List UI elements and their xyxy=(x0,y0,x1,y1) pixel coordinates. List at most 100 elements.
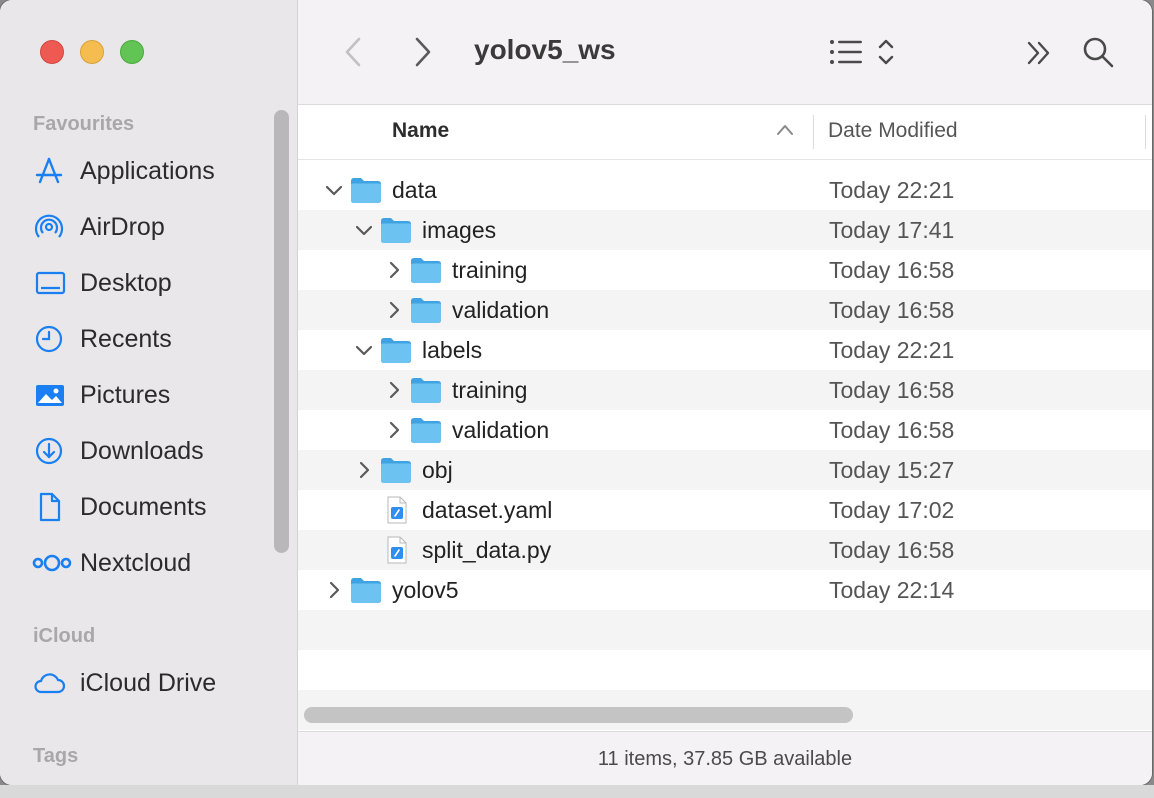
sidebar-item-airdrop[interactable]: AirDrop xyxy=(32,207,282,247)
sidebar-item-recents[interactable]: Recents xyxy=(32,319,282,359)
background-strip xyxy=(0,785,1154,798)
nextcloud-icon xyxy=(32,546,72,580)
sort-ascending-icon[interactable] xyxy=(776,123,794,142)
file-name: yolov5 xyxy=(392,577,459,603)
sidebar-item-applications[interactable]: Applications xyxy=(32,151,282,191)
column-divider[interactable] xyxy=(1145,115,1146,149)
file-name: validation xyxy=(452,417,550,443)
favourites-heading: Favourites xyxy=(33,113,135,135)
sidebar-item-label: Nextcloud xyxy=(80,548,192,577)
airdrop-icon xyxy=(32,210,72,244)
folder-icon xyxy=(350,576,382,604)
folder-icon xyxy=(380,336,412,364)
file-row[interactable]: data Today 22:21 xyxy=(298,170,1152,210)
sidebar-scrollbar[interactable] xyxy=(274,110,289,553)
file-name: images xyxy=(422,217,497,243)
file-date: Today 17:02 xyxy=(829,497,955,523)
back-button[interactable] xyxy=(338,34,368,70)
chevron-down-icon[interactable] xyxy=(352,338,376,362)
file-row[interactable]: split_data.py Today 16:58 xyxy=(298,530,1152,570)
sidebar-item-downloads[interactable]: Downloads xyxy=(32,431,282,471)
chevron-right-icon[interactable] xyxy=(322,578,346,602)
forward-button[interactable] xyxy=(408,34,438,70)
file-name: split_data.py xyxy=(422,537,552,563)
clock-icon xyxy=(32,322,72,356)
finder-window: Favourites Applications AirDrop Desktop … xyxy=(0,0,1152,785)
zoom-window-button[interactable] xyxy=(120,40,144,64)
more-toolbar-button[interactable] xyxy=(1022,36,1056,70)
desktop-icon xyxy=(32,266,72,300)
folder-icon xyxy=(380,456,412,484)
column-divider[interactable] xyxy=(813,115,814,149)
icloud-heading: iCloud xyxy=(33,625,96,647)
view-options-button[interactable] xyxy=(828,34,908,70)
file-name: validation xyxy=(452,297,550,323)
empty-row xyxy=(298,650,1152,690)
file-row[interactable]: yolov5 Today 22:14 xyxy=(298,570,1152,610)
close-window-button[interactable] xyxy=(40,40,64,64)
file-icon xyxy=(380,496,412,524)
folder-icon xyxy=(380,216,412,244)
search-button[interactable] xyxy=(1080,34,1116,70)
horizontal-scrollbar[interactable] xyxy=(304,707,853,723)
file-row[interactable]: labels Today 22:21 xyxy=(298,330,1152,370)
chevron-right-icon[interactable] xyxy=(382,418,406,442)
folder-icon xyxy=(410,256,442,284)
status-bar: 11 items, 37.85 GB available xyxy=(298,731,1152,785)
chevron-right-icon[interactable] xyxy=(382,378,406,402)
list-view-icon xyxy=(830,40,862,64)
file-date: Today 16:58 xyxy=(829,297,955,323)
chevron-down-icon[interactable] xyxy=(352,218,376,242)
minimize-window-button[interactable] xyxy=(80,40,104,64)
chevron-updown-icon xyxy=(878,39,894,65)
file-row[interactable]: training Today 16:58 xyxy=(298,250,1152,290)
column-date-header[interactable]: Date Modified xyxy=(828,119,958,143)
folder-icon xyxy=(350,176,382,204)
double-chevron-right-icon xyxy=(1027,41,1050,65)
window-title: yolov5_ws xyxy=(474,34,616,65)
file-date: Today 16:58 xyxy=(829,537,955,563)
file-icon xyxy=(380,536,412,564)
sidebar: Favourites Applications AirDrop Desktop … xyxy=(0,0,298,785)
file-name: dataset.yaml xyxy=(422,497,553,523)
applications-icon xyxy=(32,154,72,188)
file-date: Today 16:58 xyxy=(829,417,955,443)
file-row[interactable]: validation Today 16:58 xyxy=(298,290,1152,330)
sidebar-item-desktop[interactable]: Desktop xyxy=(32,263,282,303)
download-icon xyxy=(32,434,72,468)
file-row[interactable]: obj Today 15:27 xyxy=(298,450,1152,490)
chevron-right-icon[interactable] xyxy=(382,298,406,322)
folder-icon xyxy=(410,416,442,444)
chevron-left-icon xyxy=(345,37,361,67)
tags-heading: Tags xyxy=(33,745,79,767)
file-row[interactable]: dataset.yaml Today 17:02 xyxy=(298,490,1152,530)
chevron-right-icon[interactable] xyxy=(382,258,406,282)
file-row[interactable]: images Today 17:41 xyxy=(298,210,1152,250)
file-name: training xyxy=(452,257,528,283)
sidebar-item-label: AirDrop xyxy=(80,212,165,241)
sidebar-item-nextcloud[interactable]: Nextcloud xyxy=(32,543,282,583)
sidebar-item-label: Documents xyxy=(80,492,207,521)
toolbar: yolov5_ws xyxy=(298,0,1152,105)
pictures-icon xyxy=(32,378,72,412)
chevron-right-icon xyxy=(415,37,431,67)
file-date: Today 17:41 xyxy=(829,217,955,243)
file-name: data xyxy=(392,177,437,203)
search-icon xyxy=(1083,37,1114,68)
column-name-header[interactable]: Name xyxy=(392,119,449,143)
sidebar-item-icloud-drive[interactable]: iCloud Drive xyxy=(32,663,282,703)
file-date: Today 16:58 xyxy=(829,377,955,403)
sidebar-item-pictures[interactable]: Pictures xyxy=(32,375,282,415)
status-text: 11 items, 37.85 GB available xyxy=(597,747,853,770)
file-name: labels xyxy=(422,337,483,363)
chevron-right-icon[interactable] xyxy=(352,458,376,482)
file-date: Today 22:21 xyxy=(829,177,955,203)
chevron-down-icon[interactable] xyxy=(322,178,346,202)
file-row[interactable]: training Today 16:58 xyxy=(298,370,1152,410)
file-row[interactable]: validation Today 16:58 xyxy=(298,410,1152,450)
sidebar-item-label: Downloads xyxy=(80,436,204,465)
sidebar-item-documents[interactable]: Documents xyxy=(32,487,282,527)
sidebar-item-label: iCloud Drive xyxy=(80,668,217,697)
sidebar-item-label: Pictures xyxy=(80,380,171,409)
sidebar-item-label: Desktop xyxy=(80,268,172,297)
